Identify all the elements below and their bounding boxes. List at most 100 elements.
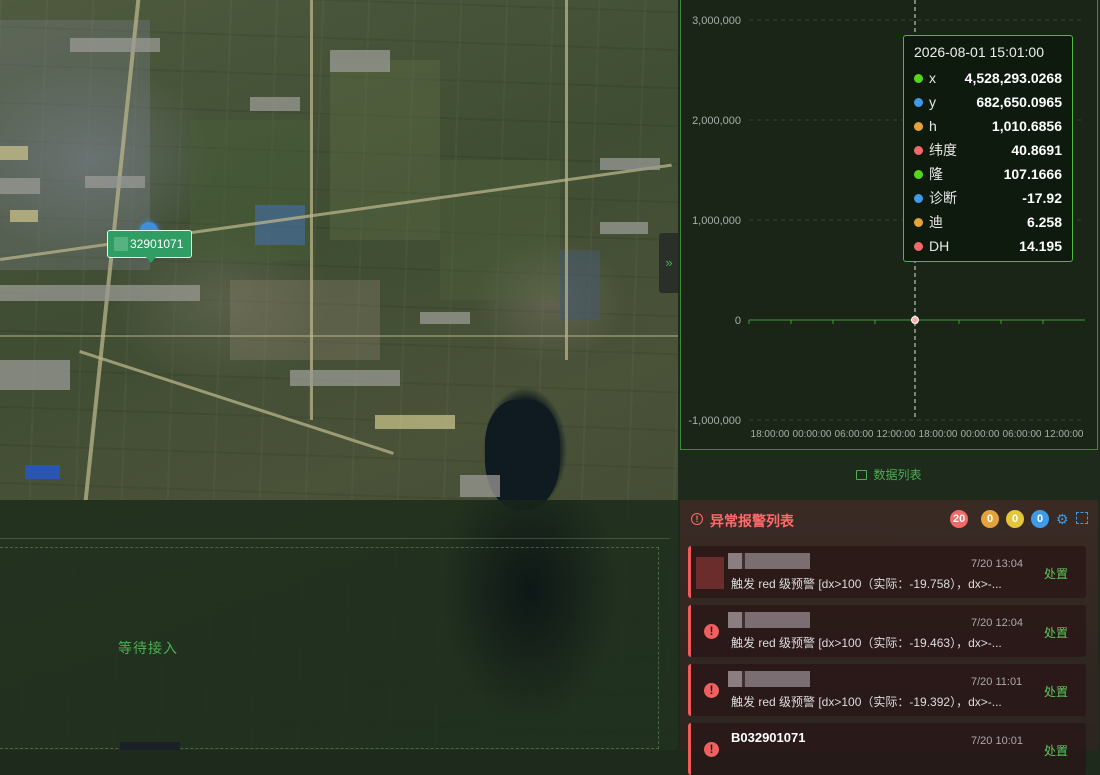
village [230, 280, 380, 360]
blurred-label [10, 210, 38, 222]
x-tick-label: 12:00:00 [877, 429, 916, 440]
double-chevron-right-icon[interactable]: » [659, 233, 679, 293]
blurred-label [0, 285, 200, 301]
tooltip-row: 隆 107.1666 [914, 162, 1062, 186]
tooltip-row: 纬度 40.8691 [914, 138, 1062, 162]
badge-blue-count[interactable]: 0 [1031, 510, 1049, 528]
blurred-label [0, 360, 70, 390]
blurred-label [0, 178, 40, 194]
alarm-title: 异常报警列表 [710, 513, 794, 529]
alert-icon: ! [704, 624, 719, 639]
tooltip-series-name: 诊断 [929, 190, 957, 206]
tooltip-series-name: 隆 [929, 166, 943, 182]
tooltip-rows: x 4,528,293.0268 y 682,650.0965 h 1,010.6856 纬… [914, 66, 1062, 258]
tooltip-row: 诊断 -17.92 [914, 186, 1062, 210]
tooltip-series-value: 40.8691 [1011, 142, 1062, 158]
alert-circle-icon: ! [691, 513, 703, 525]
x-tick-label: 06:00:00 [1003, 429, 1042, 440]
tooltip-series-name: h [929, 118, 937, 134]
tooltip-row: h 1,010.6856 [914, 114, 1062, 138]
pane-divider [0, 538, 670, 539]
blurred-label [330, 50, 390, 72]
badge-red-count[interactable]: 20 [950, 510, 969, 528]
tooltip-row: x 4,528,293.0268 [914, 66, 1062, 90]
road [310, 0, 313, 420]
data-list-button[interactable]: 数据列表 [678, 466, 1100, 483]
handle-button[interactable]: 处置 [1044, 565, 1068, 582]
x-tick-label: 12:00:00 [1045, 429, 1084, 440]
series-dot-icon [914, 97, 923, 107]
y-tick-label: 3,000,000 [692, 15, 741, 27]
blue-roof [255, 205, 305, 245]
alarm-panel: ! 异常报警列表 20 0 0 0 ⚙ 7/20 13:04 触发 red 级预… [680, 500, 1098, 775]
blurred-label [460, 475, 500, 497]
handle-button[interactable]: 处置 [1044, 742, 1068, 759]
series-dot-icon [914, 145, 923, 155]
handle-button[interactable]: 处置 [1044, 683, 1068, 700]
farm-field [330, 60, 440, 240]
alarm-item[interactable]: ! 7/20 11:01 触发 red 级预警 [dx>100（实际：-19.3… [688, 664, 1086, 716]
alarm-message: 触发 red 级预警 [dx>100（实际：-19.392），dx>-... [731, 695, 1002, 709]
series-dot-icon [914, 241, 923, 251]
alarm-time: 7/20 13:04 [971, 558, 1023, 570]
blurred-station-name [728, 612, 810, 628]
tooltip-row: DH 14.195 [914, 234, 1062, 258]
blurred-station-name [728, 553, 810, 569]
series-dot-icon [914, 217, 923, 227]
tooltip-time: 2026-08-01 15:01:00 [914, 44, 1044, 60]
satellite-map[interactable]: 32901071 等待接入 [0, 0, 678, 750]
blurred-station-name [728, 671, 810, 687]
y-tick-label: 1,000,000 [692, 215, 741, 227]
gear-icon[interactable]: ⚙ [1056, 511, 1069, 528]
badge-orange-count[interactable]: 0 [981, 510, 999, 528]
handle-button[interactable]: 处置 [1044, 624, 1068, 641]
alarm-header: ! 异常报警列表 20 0 0 0 ⚙ [680, 500, 1098, 538]
map-control [120, 742, 180, 750]
tooltip-series-value: 6.258 [1026, 214, 1062, 230]
tooltip-series-name: x [929, 70, 936, 86]
cursor-point [911, 316, 919, 324]
tooltip-series-name: 纬度 [929, 142, 957, 158]
right-panel: 3,000,000 2,000,000 1,000,000 0 -1,000,000 18… [678, 0, 1100, 775]
tooltip-row: 迪 6.258 [914, 210, 1062, 234]
station-marker-label[interactable]: 32901071 [107, 230, 193, 263]
x-tick-label: 00:00:00 [793, 429, 832, 440]
blurred-label [600, 222, 648, 234]
station-thumbnail [696, 557, 724, 589]
blurred-label [70, 38, 160, 52]
alarm-time: 7/20 11:01 [971, 676, 1023, 688]
alarm-item[interactable]: 7/20 13:04 触发 red 级预警 [dx>100（实际：-19.758… [688, 546, 1086, 598]
blurred-label [0, 146, 28, 160]
tooltip-series-value: 4,528,293.0268 [964, 70, 1062, 86]
chart-tooltip: 2026-08-01 15:01:00 x 4,528,293.0268 y 682,… [903, 35, 1073, 262]
badge-yellow-count[interactable]: 0 [1006, 510, 1024, 528]
video-placeholder: 等待接入 [0, 547, 659, 749]
tooltip-series-value: 682,650.0965 [976, 94, 1062, 110]
blurred-label [600, 158, 660, 170]
x-tick-label: 00:00:00 [961, 429, 1000, 440]
video-pane: 等待接入 [0, 500, 678, 750]
station-name: B032901071 [731, 730, 806, 745]
alert-icon: ! [704, 683, 719, 698]
fullscreen-icon[interactable] [1076, 512, 1088, 524]
alarm-message: 触发 red 级预警 [dx>100（实际：-19.463），dx>-... [731, 636, 1002, 650]
blurred-label [250, 97, 300, 111]
tooltip-series-value: 107.1666 [1003, 166, 1062, 182]
blurred-label [420, 312, 470, 324]
blue-roof [25, 465, 60, 479]
tooltip-series-name: y [929, 94, 936, 110]
series-dot-icon [914, 169, 923, 179]
line-chart[interactable]: 3,000,000 2,000,000 1,000,000 0 -1,000,000 18… [680, 0, 1098, 450]
data-list-label: 数据列表 [873, 468, 922, 482]
y-tick-label: 0 [735, 315, 741, 327]
alarm-item[interactable]: ! B032901071 7/20 10:01 处置 [688, 723, 1086, 775]
alarm-item[interactable]: ! 7/20 12:04 触发 red 级预警 [dx>100（实际：-19.4… [688, 605, 1086, 657]
road [79, 350, 394, 455]
x-tick-label: 06:00:00 [835, 429, 874, 440]
blurred-label [375, 415, 455, 429]
alarm-time: 7/20 10:01 [971, 735, 1023, 747]
x-tick-label: 18:00:00 [919, 429, 958, 440]
y-tick-label: 2,000,000 [692, 115, 741, 127]
alarm-time: 7/20 12:04 [971, 617, 1023, 629]
waiting-text: 等待接入 [118, 640, 178, 656]
